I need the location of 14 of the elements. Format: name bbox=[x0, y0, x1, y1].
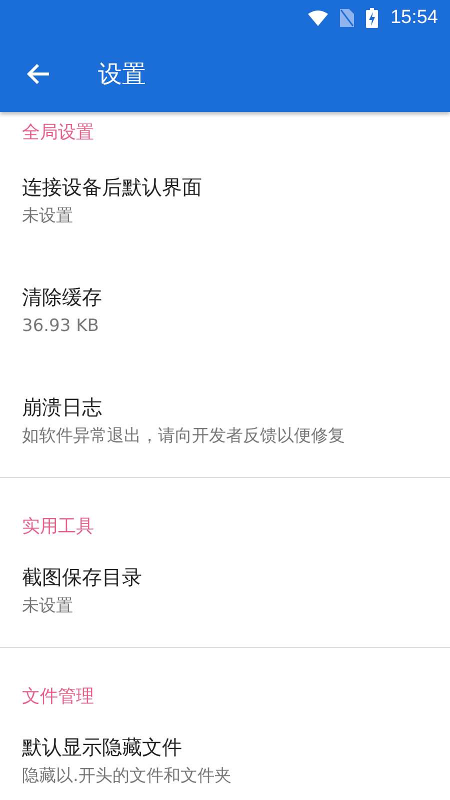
battery-charging-icon bbox=[366, 8, 378, 28]
wifi-icon bbox=[308, 10, 328, 26]
section-header: 全局设置 bbox=[21, 121, 95, 145]
no-sim-icon bbox=[340, 9, 354, 27]
section-header: 文件管理 bbox=[21, 685, 95, 709]
settings-item[interactable]: 连接设备后默认界面 未设置 bbox=[0, 147, 450, 257]
settings-item[interactable]: 清除缓存 36.93 KB bbox=[0, 257, 450, 367]
settings-item[interactable]: 崩溃日志 如软件异常退出，请向开发者反馈以便修复 bbox=[0, 367, 450, 477]
page-title: 设置 bbox=[98, 59, 146, 90]
settings-item[interactable]: 默认显示隐藏文件 隐藏以.开头的文件和文件夹 bbox=[0, 711, 450, 800]
status-time: 15:54 bbox=[390, 7, 438, 29]
section-header: 实用工具 bbox=[21, 515, 95, 539]
back-arrow-icon bbox=[26, 63, 50, 85]
settings-item[interactable]: 截图保存目录 未设置 bbox=[0, 541, 450, 647]
